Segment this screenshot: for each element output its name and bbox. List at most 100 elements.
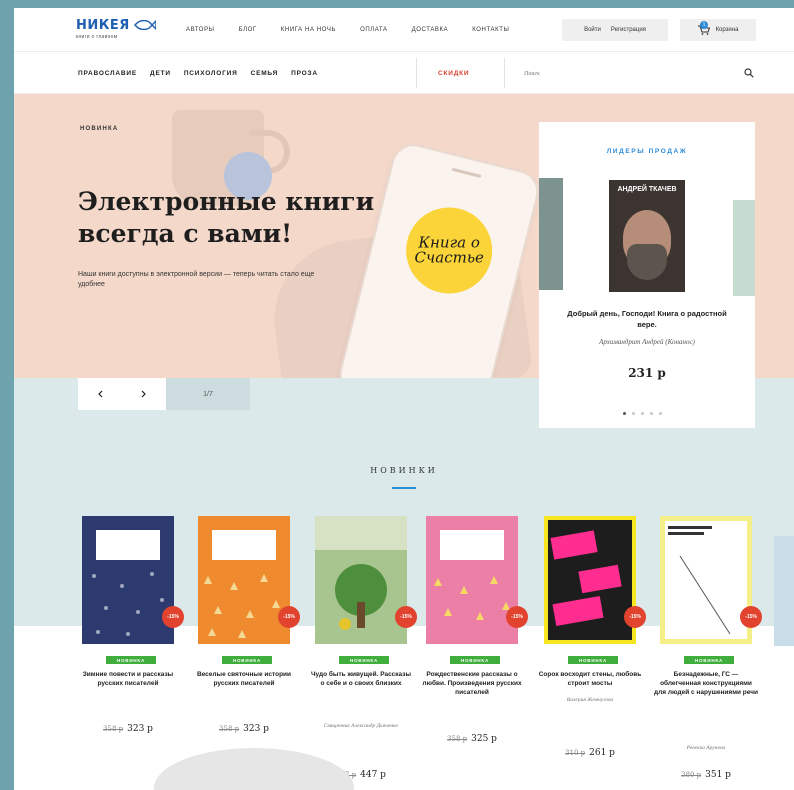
- divider: [504, 58, 505, 88]
- pagination-dot[interactable]: [659, 412, 662, 415]
- slider-controls: 1/7: [78, 378, 250, 410]
- book-cover[interactable]: [426, 516, 518, 644]
- old-price: 380 р: [681, 771, 702, 779]
- price: 323 р: [243, 724, 269, 734]
- phone-badge-text: Книга о Счастье: [414, 233, 484, 267]
- book-cover[interactable]: [660, 516, 752, 644]
- cart-button[interactable]: 1 Корзина: [680, 19, 756, 41]
- register-link[interactable]: Регистрация: [611, 27, 646, 33]
- hero-tag: НОВИНКА: [80, 126, 119, 132]
- old-price: 310 р: [565, 749, 586, 757]
- cover-author: АНДРЕЙ ТКАЧЕВ: [617, 186, 677, 193]
- new-tag: НОВИНКА: [222, 656, 272, 664]
- category-children[interactable]: ДЕТИ: [150, 70, 171, 77]
- price: 447 р: [360, 770, 386, 780]
- new-tag: НОВИНКА: [684, 656, 734, 664]
- book-cover[interactable]: [82, 516, 174, 644]
- category-prose[interactable]: ПРОЗА: [291, 70, 318, 77]
- pagination-dot[interactable]: [632, 412, 635, 415]
- cover-illustration: [548, 520, 632, 640]
- book-prices: 358 р 323 р: [76, 724, 180, 734]
- search-input[interactable]: [524, 66, 760, 82]
- chevron-left-icon: [98, 390, 103, 398]
- hero-description: Наши книги доступны в электронной версии…: [78, 271, 315, 288]
- book-title[interactable]: Зимние повести и рассказы русских писате…: [76, 670, 180, 688]
- bestsellers-title: ЛИДЕРЫ ПРОДАЖ: [606, 148, 688, 155]
- divider: [416, 58, 417, 88]
- book-author: Валерия Жемчугова: [566, 697, 614, 703]
- discount-badge: -15%: [624, 606, 646, 628]
- category-family[interactable]: СЕМЬЯ: [251, 70, 279, 77]
- book-title[interactable]: Веселые святочные истории русских писате…: [192, 670, 296, 688]
- discount-badge: -15%: [162, 606, 184, 628]
- cover-pattern: [92, 572, 164, 636]
- book-cover[interactable]: [198, 516, 290, 644]
- new-tag: НОВИНКА: [106, 656, 156, 664]
- novelties-list: -15% НОВИНКА Зимние повести и рассказы р…: [14, 516, 794, 790]
- logo[interactable]: НИКЕЯ книги о главном: [76, 18, 156, 40]
- book-title[interactable]: Безнадежные, ГС — облегченная конструкци…: [654, 670, 758, 697]
- cover-illustration: [315, 516, 407, 630]
- next-book-cover[interactable]: [733, 200, 755, 296]
- book-cover[interactable]: [544, 516, 636, 644]
- nav-bedtime-book[interactable]: Книга на ночь: [281, 27, 336, 33]
- bestseller-pagination: [623, 412, 662, 415]
- slide-counter: 1/7: [166, 378, 250, 410]
- pagination-dot-active[interactable]: [623, 412, 626, 415]
- discount-badge: -15%: [740, 606, 762, 628]
- book-title[interactable]: Чудо быть живущей. Рассказы о себе и о с…: [309, 670, 413, 688]
- phone-speaker: [451, 167, 482, 178]
- page: НИКЕЯ книги о главном Авторы Блог Книга …: [14, 8, 794, 790]
- pagination-dot[interactable]: [641, 412, 644, 415]
- pagination-dot[interactable]: [650, 412, 653, 415]
- book-prices: 380 р 351 р: [654, 770, 758, 780]
- bestseller-book-author: Архимандрит Андрей (Конанос): [599, 338, 695, 346]
- auth-box: Войти Регистрация: [562, 19, 668, 41]
- hero-title: Электронные книги всегда с вами!: [78, 187, 375, 248]
- cart-label: Корзина: [715, 27, 739, 33]
- prev-book-cover[interactable]: [539, 178, 563, 290]
- price: 323 р: [127, 724, 153, 734]
- cover-illustration: [665, 521, 747, 639]
- bestseller-book-cover[interactable]: АНДРЕЙ ТКАЧЕВ: [609, 180, 685, 292]
- cover-pattern: [434, 576, 510, 620]
- price: 325 р: [471, 734, 497, 744]
- price: 351 р: [705, 770, 731, 780]
- bestsellers-card: ЛИДЕРЫ ПРОДАЖ АНДРЕЙ ТКАЧЕВ Добрый день,…: [539, 122, 755, 428]
- category-bar: ПРАВОСЛАВИЕ ДЕТИ ПСИХОЛОГИЯ СЕМЬЯ ПРОЗА …: [14, 52, 794, 94]
- phone-book-badge: Книга о Счастье: [406, 207, 493, 294]
- logo-tagline: книги о главном: [76, 34, 118, 40]
- title-underline: [392, 487, 416, 489]
- chevron-right-icon: [141, 390, 146, 398]
- book-title[interactable]: Рождественские рассказы о любви. Произве…: [420, 670, 524, 697]
- category-orthodoxy[interactable]: ПРАВОСЛАВИЕ: [78, 70, 137, 77]
- fish-icon: [134, 20, 156, 30]
- book-prices: 358 р 323 р: [192, 724, 296, 734]
- bestseller-price: 231 р: [628, 366, 666, 380]
- nav-blog[interactable]: Блог: [239, 27, 257, 33]
- new-tag: НОВИНКА: [339, 656, 389, 664]
- new-tag: НОВИНКА: [568, 656, 618, 664]
- nav-authors[interactable]: Авторы: [186, 27, 215, 33]
- book-author: Священник Александр Дьяченко: [323, 723, 399, 729]
- new-tag: НОВИНКА: [450, 656, 500, 664]
- partial-book-cover[interactable]: [774, 536, 794, 646]
- old-price: 358 р: [103, 725, 124, 733]
- slider-next-button[interactable]: [122, 378, 166, 410]
- nav-contacts[interactable]: Контакты: [472, 27, 509, 33]
- search-icon[interactable]: [744, 68, 754, 78]
- price: 261 р: [589, 748, 615, 758]
- category-psychology[interactable]: ПСИХОЛОГИЯ: [184, 70, 238, 77]
- old-price: 358 р: [219, 725, 240, 733]
- login-link[interactable]: Войти: [584, 27, 601, 33]
- bestseller-book-title[interactable]: Добрый день, Господи! Книга о радостной …: [539, 308, 755, 330]
- nav-delivery[interactable]: Доставка: [412, 27, 449, 33]
- book-title[interactable]: Сорок восходит стены, любовь строит мост…: [538, 670, 642, 688]
- sale-link[interactable]: СКИДКИ: [438, 70, 469, 77]
- top-header: НИКЕЯ книги о главном Авторы Блог Книга …: [14, 8, 794, 52]
- novelties-title: НОВИНКИ: [370, 466, 438, 475]
- slider-prev-button[interactable]: [78, 378, 122, 410]
- nav-payment[interactable]: Оплата: [360, 27, 388, 33]
- cover-pattern: [204, 574, 280, 638]
- book-cover[interactable]: [315, 516, 407, 644]
